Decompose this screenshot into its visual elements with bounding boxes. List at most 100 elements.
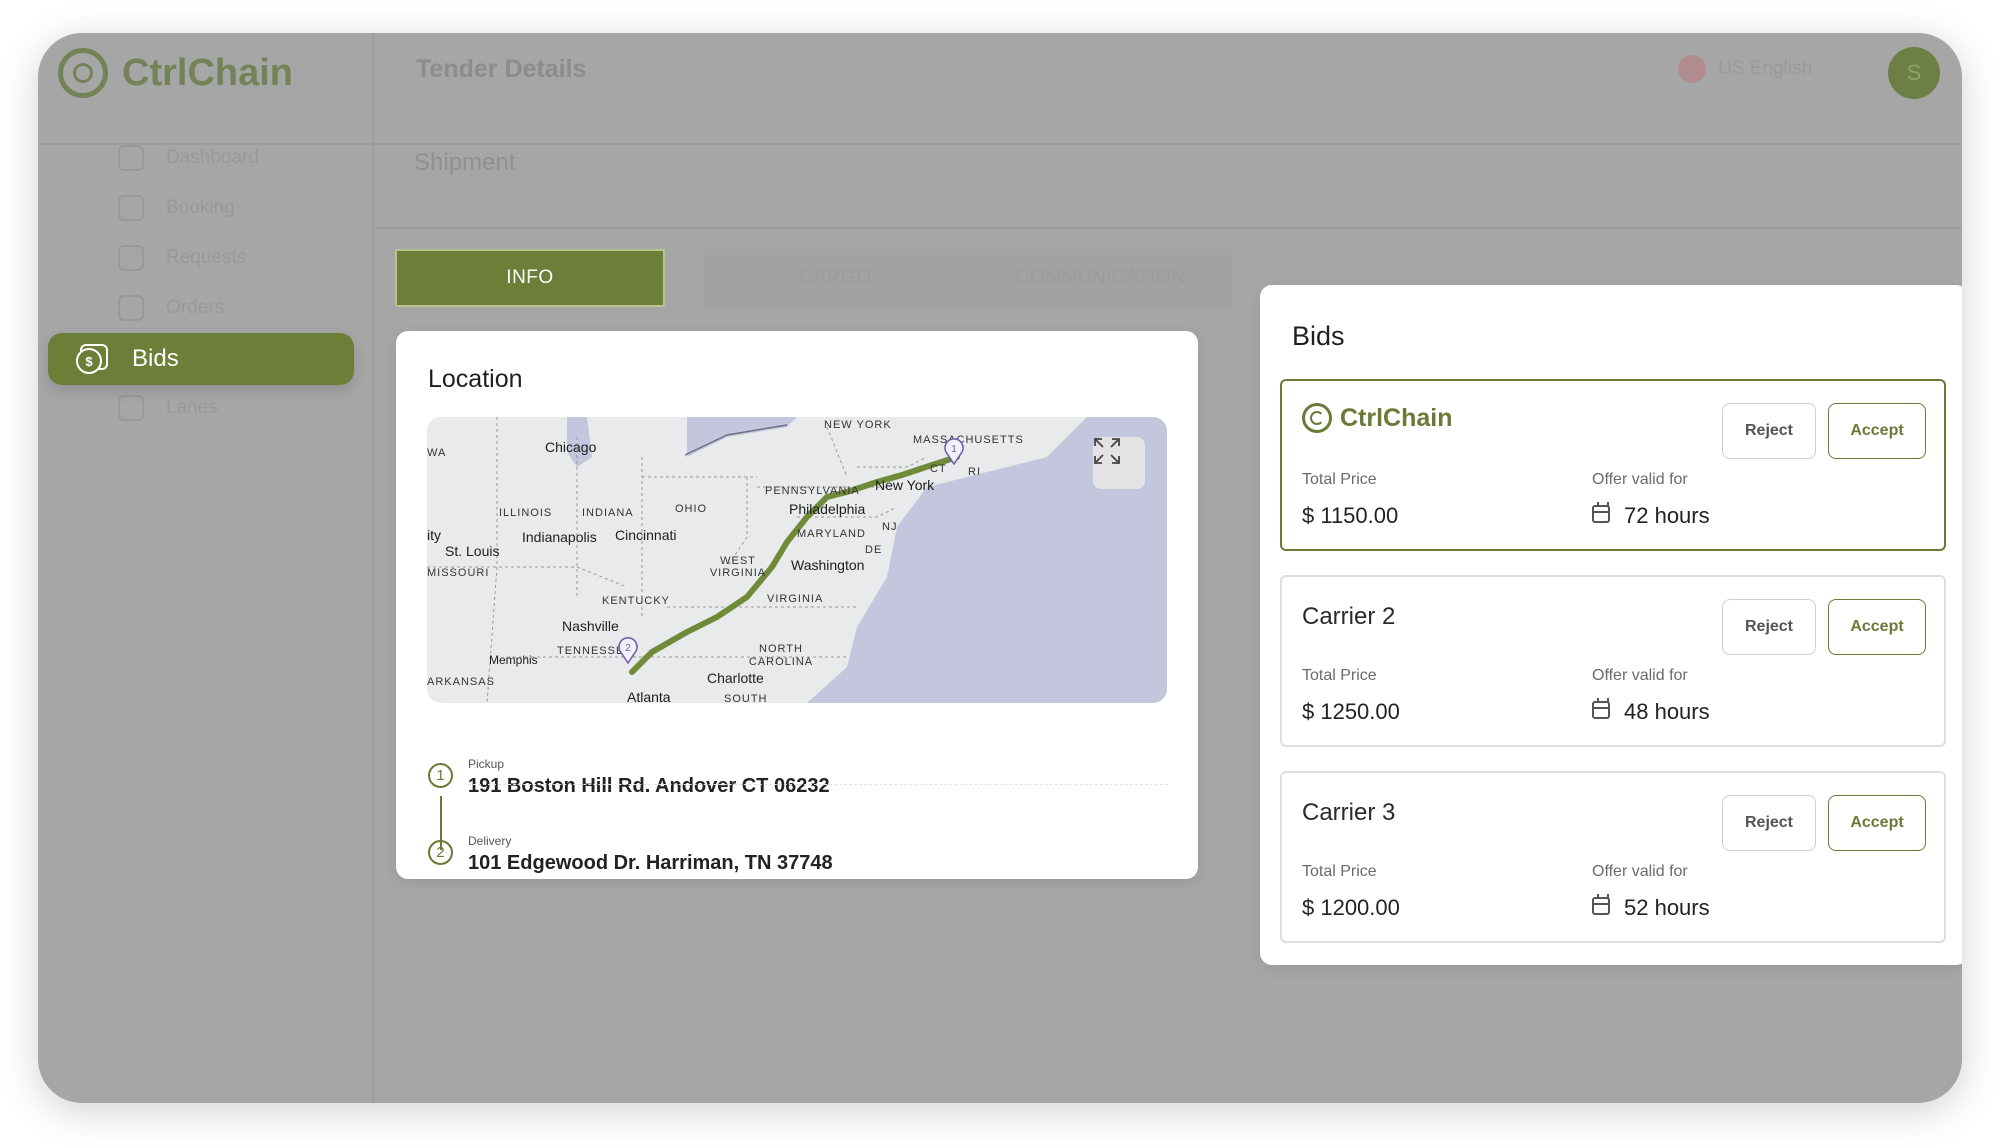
language-selector[interactable]: US English bbox=[1678, 55, 1812, 83]
sidebar-item-orders[interactable]: Orders bbox=[78, 283, 338, 333]
address-divider bbox=[468, 784, 1168, 785]
location-card: Location NEW YORK MASSACHUSETTS CT RI PE… bbox=[396, 331, 1198, 879]
map-state-label: OHIO bbox=[675, 503, 708, 515]
map-state-label: ARKANSAS bbox=[427, 676, 495, 688]
map-state-label: SOUTH bbox=[724, 693, 768, 703]
page-title: Tender Details bbox=[416, 55, 587, 83]
reject-button[interactable]: Reject bbox=[1722, 599, 1816, 655]
sidebar-divider bbox=[372, 33, 374, 1103]
price-value: $ 1250.00 bbox=[1302, 699, 1400, 724]
pickup-address: 191 Boston Hill Rd. Andover CT 06232 bbox=[468, 775, 830, 797]
avatar[interactable]: S bbox=[1888, 47, 1940, 99]
pickup-label: Pickup bbox=[468, 757, 505, 771]
svg-text:2: 2 bbox=[625, 643, 631, 654]
map-fullscreen-button[interactable] bbox=[1093, 437, 1145, 489]
bid-item[interactable]: CtrlChain Reject Accept Total Price $ 11… bbox=[1280, 379, 1946, 551]
bid-item[interactable]: Carrier 3 Reject Accept Total Price $ 12… bbox=[1280, 771, 1946, 943]
price-label: Total Price bbox=[1302, 471, 1377, 488]
pickup-step-icon: 1 bbox=[428, 763, 453, 788]
location-title: Location bbox=[428, 365, 523, 393]
price-label: Total Price bbox=[1302, 863, 1377, 880]
bids-card: Bids CtrlChain Reject Accept Total Price… bbox=[1260, 285, 1962, 965]
map-city-label: Memphis bbox=[489, 653, 538, 667]
sidebar-item-requests[interactable]: Requests bbox=[78, 233, 338, 283]
ctrlchain-logo-icon bbox=[1302, 403, 1332, 433]
subheader-divider bbox=[374, 227, 1962, 229]
tab-info[interactable]: INFO bbox=[395, 249, 665, 307]
delivery-step-icon: 2 bbox=[428, 840, 453, 865]
validity-label: Offer valid for bbox=[1592, 863, 1688, 880]
sidebar-item-dashboard[interactable]: Dashboard bbox=[78, 133, 338, 183]
orders-icon bbox=[118, 295, 144, 321]
map-state-label: NORTH CAROLINA bbox=[748, 643, 814, 668]
price-value: $ 1200.00 bbox=[1302, 895, 1400, 920]
map-city-label: Philadelphia bbox=[789, 501, 866, 517]
sidebar-item-lanes[interactable]: Lanes bbox=[78, 383, 338, 433]
sidebar-nav: Dashboard Booking Requests Orders Lanes bbox=[78, 133, 338, 433]
accept-button[interactable]: Accept bbox=[1828, 795, 1926, 851]
delivery-label: Delivery bbox=[468, 834, 512, 848]
dashboard-icon bbox=[118, 145, 144, 171]
map-city-label: St. Louis bbox=[445, 543, 500, 559]
tab-communication[interactable]: COMMUNICATION bbox=[968, 249, 1233, 307]
map-state-label: NEW YORK bbox=[824, 419, 892, 431]
logo-text: CtrlChain bbox=[122, 51, 293, 94]
map-city-label: Chicago bbox=[545, 439, 597, 455]
svg-text:1: 1 bbox=[951, 444, 957, 455]
carrier-name: Carrier 3 bbox=[1302, 799, 1396, 826]
map-city-label: Cincinnati bbox=[615, 527, 677, 543]
reject-button[interactable]: Reject bbox=[1722, 403, 1816, 459]
map-state-label: RI bbox=[968, 466, 981, 478]
pickup-marker-icon[interactable]: 1 bbox=[943, 437, 965, 465]
map-city-label: Charlotte bbox=[707, 670, 764, 686]
price-label: Total Price bbox=[1302, 667, 1377, 684]
map-state-label: VIRGINIA bbox=[767, 593, 824, 605]
map-state-label: MARYLAND bbox=[797, 528, 866, 540]
map-state-label: WA bbox=[427, 447, 447, 459]
map-state-label: NJ bbox=[882, 521, 898, 533]
map-city-label: Nashville bbox=[562, 618, 619, 634]
map-city-label: New York bbox=[875, 477, 935, 493]
sidebar-item-label: Dashboard bbox=[166, 147, 259, 168]
bid-item[interactable]: Carrier 2 Reject Accept Total Price $ 12… bbox=[1280, 575, 1946, 747]
validity-value: 48 hours bbox=[1624, 699, 1710, 724]
calendar-icon bbox=[1592, 502, 1610, 523]
accept-button[interactable]: Accept bbox=[1828, 599, 1926, 655]
delivery-marker-icon[interactable]: 2 bbox=[617, 636, 639, 664]
map-state-label: DE bbox=[865, 544, 883, 556]
lanes-icon bbox=[118, 395, 144, 421]
accept-button[interactable]: Accept bbox=[1828, 403, 1926, 459]
carrier-brand: CtrlChain bbox=[1302, 403, 1453, 433]
tab-cargo[interactable]: CARGO bbox=[703, 249, 968, 307]
app-logo[interactable]: CtrlChain bbox=[58, 48, 293, 98]
booking-icon bbox=[118, 195, 144, 221]
logo-icon bbox=[58, 48, 108, 98]
route-map[interactable]: NEW YORK MASSACHUSETTS CT RI PENNSYLVANI… bbox=[427, 417, 1167, 703]
map-city-label: ity bbox=[427, 527, 441, 543]
sidebar-item-label: Booking bbox=[166, 197, 235, 218]
calendar-icon bbox=[1592, 894, 1610, 915]
validity-value: 72 hours bbox=[1624, 503, 1710, 528]
carrier-name: CtrlChain bbox=[1340, 403, 1453, 432]
bids-title: Bids bbox=[1292, 321, 1345, 351]
reject-button[interactable]: Reject bbox=[1722, 795, 1816, 851]
sidebar-item-bids[interactable]: Bids bbox=[48, 333, 354, 385]
map-state-label: PENNSYLVANIA bbox=[765, 485, 860, 497]
map-city-label: Atlanta bbox=[627, 689, 671, 703]
map-state-label: WEST VIRGINIA bbox=[709, 555, 767, 579]
sidebar-item-label: Requests bbox=[166, 247, 247, 268]
validity-label: Offer valid for bbox=[1592, 471, 1688, 488]
map-state-label: MISSOURI bbox=[427, 567, 490, 579]
carrier-name: Carrier 2 bbox=[1302, 603, 1396, 630]
map-state-label: INDIANA bbox=[582, 507, 634, 519]
map-state-label: ILLINOIS bbox=[499, 507, 553, 519]
delivery-address: 101 Edgewood Dr. Harriman, TN 37748 bbox=[468, 852, 833, 874]
requests-icon bbox=[118, 245, 144, 271]
map-city-label: Indianapolis bbox=[522, 529, 597, 545]
sidebar-item-booking[interactable]: Booking bbox=[78, 183, 338, 233]
price-value: $ 1150.00 bbox=[1302, 503, 1399, 528]
section-title: Shipment bbox=[414, 149, 516, 176]
map-city-label: Washington bbox=[791, 557, 865, 573]
sidebar-item-label: Bids bbox=[132, 345, 179, 372]
validity-label: Offer valid for bbox=[1592, 667, 1688, 684]
